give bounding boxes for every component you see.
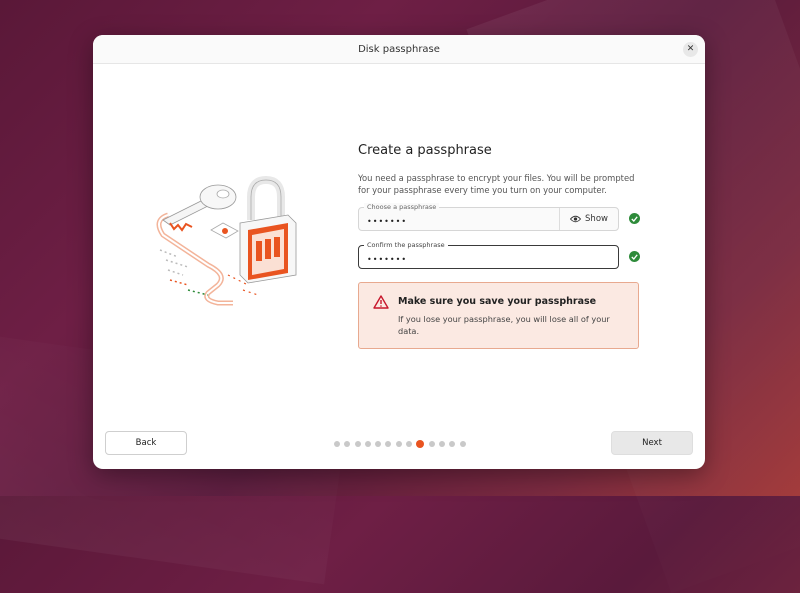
choose-passphrase-label: Choose a passphrase <box>364 203 440 211</box>
step-dot <box>375 441 382 447</box>
step-dot <box>344 441 351 447</box>
confirm-passphrase-row: Confirm the passphrase ••••••• <box>358 241 640 270</box>
check-icon <box>629 251 640 262</box>
check-icon <box>629 213 640 224</box>
step-dot <box>385 441 392 447</box>
warning-triangle-icon <box>373 295 389 309</box>
step-dot-current <box>416 440 425 448</box>
next-button[interactable]: Next <box>611 431 693 455</box>
step-dot <box>334 441 340 447</box>
title-bar: Disk passphrase ✕ <box>93 35 705 64</box>
step-dot <box>364 441 371 447</box>
step-dot <box>459 441 466 447</box>
warning-box: Make sure you save your passphrase If yo… <box>358 282 639 349</box>
key-padlock-illustration <box>156 175 297 306</box>
eye-icon <box>570 215 582 223</box>
close-icon: ✕ <box>686 44 695 54</box>
confirm-passphrase-label: Confirm the passphrase <box>364 241 448 249</box>
confirm-passphrase-input[interactable]: Confirm the passphrase ••••••• <box>358 241 619 269</box>
choose-passphrase-input[interactable]: Choose a passphrase ••••••• Show <box>358 203 619 231</box>
back-label: Back <box>135 438 157 448</box>
window-title: Disk passphrase <box>358 43 440 55</box>
step-dot <box>438 441 445 447</box>
show-passphrase-button[interactable]: Show <box>559 208 618 230</box>
step-dot <box>406 441 413 447</box>
choose-passphrase-row: Choose a passphrase ••••••• Show <box>358 203 640 232</box>
step-dot <box>428 441 435 447</box>
confirm-passphrase-value: ••••••• <box>367 255 408 264</box>
step-dot <box>354 441 361 447</box>
warning-title: Make sure you save your passphrase <box>398 296 597 307</box>
page-title: Create a passphrase <box>358 143 492 158</box>
step-indicator <box>334 440 466 448</box>
show-label: Show <box>585 214 608 224</box>
warning-text: If you lose your passphrase, you will lo… <box>398 314 610 336</box>
step-dot <box>395 441 402 447</box>
installer-window: Disk passphrase ✕ Create a passphrase Yo… <box>93 35 705 469</box>
step-dot <box>449 441 456 447</box>
back-button[interactable]: Back <box>105 431 187 455</box>
choose-passphrase-value: ••••••• <box>367 217 408 226</box>
page-description: You need a passphrase to encrypt your fi… <box>358 173 635 195</box>
form-content: Create a passphrase You need a passphras… <box>358 143 640 349</box>
close-button[interactable]: ✕ <box>683 42 698 57</box>
next-label: Next <box>642 438 662 448</box>
